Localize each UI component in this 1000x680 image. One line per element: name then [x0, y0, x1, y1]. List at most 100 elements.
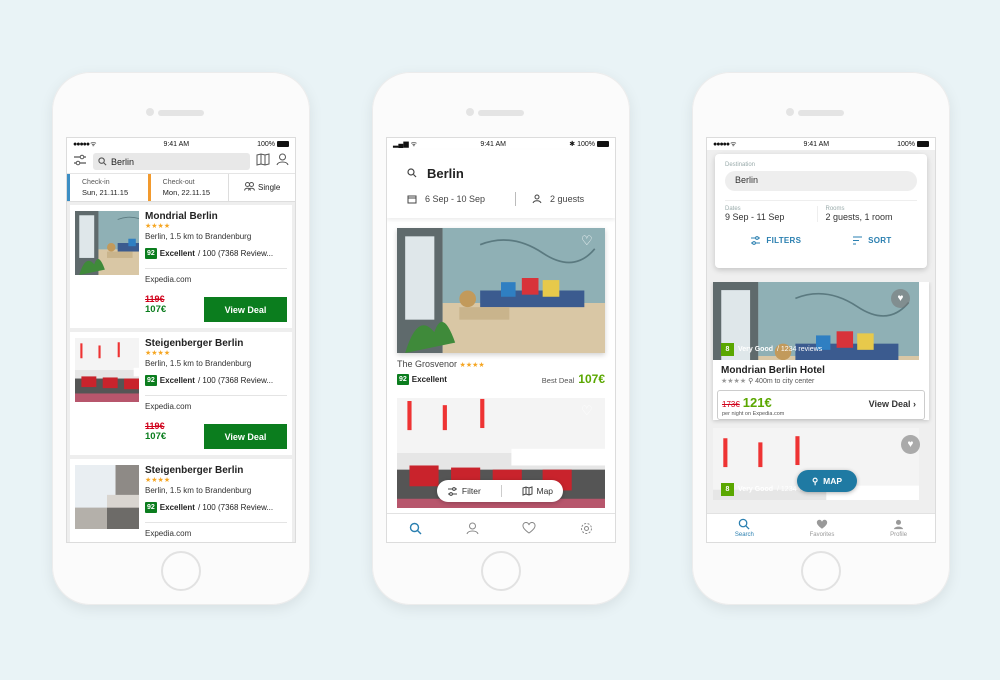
- search-bar: Berlin: [67, 150, 295, 174]
- city-name: Berlin: [427, 165, 464, 181]
- heart-icon[interactable]: ♥: [891, 289, 910, 308]
- deal-price: 107€: [578, 372, 605, 386]
- profile-icon[interactable]: [466, 522, 479, 535]
- heart-icon[interactable]: [522, 522, 536, 534]
- date-range[interactable]: 6 Sep - 10 Sep: [425, 194, 485, 204]
- booking-source: Expedia.com: [145, 395, 287, 411]
- checkout-value: Mon, 22.11.15: [162, 188, 211, 197]
- search-input[interactable]: Berlin: [93, 153, 250, 170]
- hotel-card[interactable]: Steigenberger Berlin ★★★★ Berlin, 1.5 km…: [70, 332, 292, 455]
- search-icon: [407, 168, 417, 178]
- tab-profile[interactable]: Profile: [890, 519, 907, 538]
- view-deal-label: View Deal: [868, 399, 911, 409]
- hotel-card[interactable]: Steigenberger Berlin ★★★★ Berlin, 1.5 km…: [70, 459, 292, 542]
- guest-count[interactable]: 2 guests: [550, 194, 584, 204]
- checkout-field[interactable]: Check-out Mon, 22.11.15: [147, 174, 229, 201]
- destination-label: Destination: [725, 162, 756, 168]
- rooms-value: 2 guests, 1 room: [825, 212, 893, 222]
- review-count: / 100 (7368 Review...: [197, 503, 274, 512]
- view-deal-button[interactable]: View Deal: [204, 424, 287, 449]
- status-time: 9:41 AM: [480, 140, 507, 148]
- checkin-value: Sun, 21.11.15: [82, 188, 129, 197]
- results-feed: ♡ The Grosvenor ★★★★ 92 Excellent Best De…: [387, 218, 615, 524]
- rating-text: Excellent: [159, 249, 195, 258]
- tab-bar: Search Favorites Profile: [707, 513, 935, 542]
- sort-icon: [853, 236, 863, 245]
- signal-indicator: ●●●●● ᯤ: [713, 140, 737, 148]
- map-button[interactable]: ⚲ MAP: [797, 470, 857, 492]
- filter-label: Filter: [461, 486, 481, 496]
- hotel-card[interactable]: ♡: [395, 226, 607, 355]
- hotel-location: 400m to city center: [755, 378, 815, 385]
- hotel-card[interactable]: ♡ Filter Map: [397, 390, 605, 516]
- rating-text: Excellent: [159, 376, 195, 385]
- checkin-field[interactable]: Check-in Sun, 21.11.15: [67, 174, 148, 201]
- phone-2: ▂▄▆ ᯤ 9:41 AM ✱ 100% Berlin 6 Sep - 10 S…: [372, 72, 630, 605]
- profile-icon[interactable]: [276, 153, 289, 171]
- heart-icon[interactable]: ♥: [901, 435, 920, 454]
- tab-label: Search: [734, 532, 754, 538]
- home-button[interactable]: [161, 551, 201, 591]
- score-badge: 92: [145, 502, 157, 513]
- battery-icon: [276, 140, 289, 147]
- tab-label: Profile: [890, 531, 908, 538]
- guests-icon: [244, 181, 256, 194]
- search-value: Berlin: [111, 156, 135, 167]
- search-icon[interactable]: [409, 522, 422, 535]
- filter-sliders-icon: [751, 236, 761, 245]
- battery-icon: [916, 140, 929, 147]
- phone-camera: [786, 108, 794, 116]
- map-icon: [522, 486, 532, 496]
- best-deal-label: Best Deal: [541, 376, 575, 385]
- hotel-name: Mondrial Berlin: [145, 211, 218, 222]
- hotel-stars: ★★★★: [145, 223, 171, 230]
- screen-card-view: ▂▄▆ ᯤ 9:41 AM ✱ 100% Berlin 6 Sep - 10 S…: [386, 137, 616, 543]
- hotel-stars: ★★★★: [145, 350, 171, 357]
- home-button[interactable]: [481, 551, 521, 591]
- score-badge: 92: [145, 375, 157, 386]
- search-icon: [98, 157, 107, 166]
- old-price: 173€: [722, 400, 740, 409]
- map-label: MAP: [823, 476, 843, 486]
- hotel-card[interactable]: Mondrial Berlin ★★★★ Berlin, 1.5 km to B…: [70, 205, 292, 328]
- hotel-distance: Berlin, 1.5 km to Brandenburg: [145, 486, 252, 495]
- hotel-card[interactable]: ♥ 8 Very Good/ 1234 reviews ⚲ MAP: [713, 427, 929, 542]
- hotel-distance: Berlin, 1.5 km to Brandenburg: [145, 232, 252, 241]
- battery-icon: [597, 141, 609, 148]
- heart-outline-icon[interactable]: ♡: [581, 404, 597, 418]
- hotel-photo: [395, 226, 607, 355]
- deal-box[interactable]: 173€ 121€ per night on Expedia.com View D…: [717, 390, 925, 420]
- review-count: / 100 (7368 Review...: [197, 376, 274, 385]
- signal-indicator: ●●●●● ᯤ: [73, 140, 97, 148]
- destination-input[interactable]: Berlin: [725, 171, 917, 191]
- filter-button[interactable]: Filter: [447, 486, 481, 496]
- tab-search[interactable]: Search: [735, 518, 754, 538]
- view-deal-button[interactable]: View Deal: [204, 297, 287, 322]
- checkout-label: Check-out: [162, 179, 195, 186]
- gear-icon[interactable]: [580, 522, 593, 535]
- map-icon[interactable]: [256, 152, 270, 171]
- calendar-icon: [407, 195, 417, 204]
- city-search[interactable]: Berlin: [397, 150, 605, 184]
- map-label: Map: [536, 486, 554, 496]
- score-badge: 92: [145, 248, 157, 259]
- heart-outline-icon[interactable]: ♡: [581, 234, 597, 248]
- guests-field[interactable]: Single: [228, 174, 295, 201]
- home-button[interactable]: [801, 551, 841, 591]
- booking-source: Expedia.com: [145, 268, 287, 284]
- sort-button[interactable]: SORT: [852, 236, 891, 245]
- location-pin-icon: ⚲: [811, 475, 819, 486]
- screen-list-view: ●●●●● ᯤ 9:41 AM 100% Berlin Check-in Sun…: [66, 137, 296, 543]
- hotel-stars: ★★★★: [145, 477, 171, 484]
- tab-favorites[interactable]: Favorites: [810, 519, 834, 538]
- booking-source: Expedia.com: [145, 522, 287, 538]
- filter-sliders-icon[interactable]: [73, 153, 87, 171]
- review-count: / 1234 reviews: [777, 346, 823, 353]
- hotel-card[interactable]: ♥ 8 Very Good/ 1234 reviews Mondrian Berl…: [711, 280, 929, 420]
- rooms-field[interactable]: Rooms 2 guests, 1 room: [816, 206, 918, 222]
- battery-percent: 100%: [257, 140, 275, 148]
- filters-button[interactable]: FILTERS: [750, 236, 801, 245]
- dates-field[interactable]: Dates 9 Sep - 11 Sep: [725, 206, 817, 222]
- map-button[interactable]: Map: [522, 486, 554, 496]
- hotel-list: Mondrial Berlin ★★★★ Berlin, 1.5 km to B…: [67, 202, 295, 542]
